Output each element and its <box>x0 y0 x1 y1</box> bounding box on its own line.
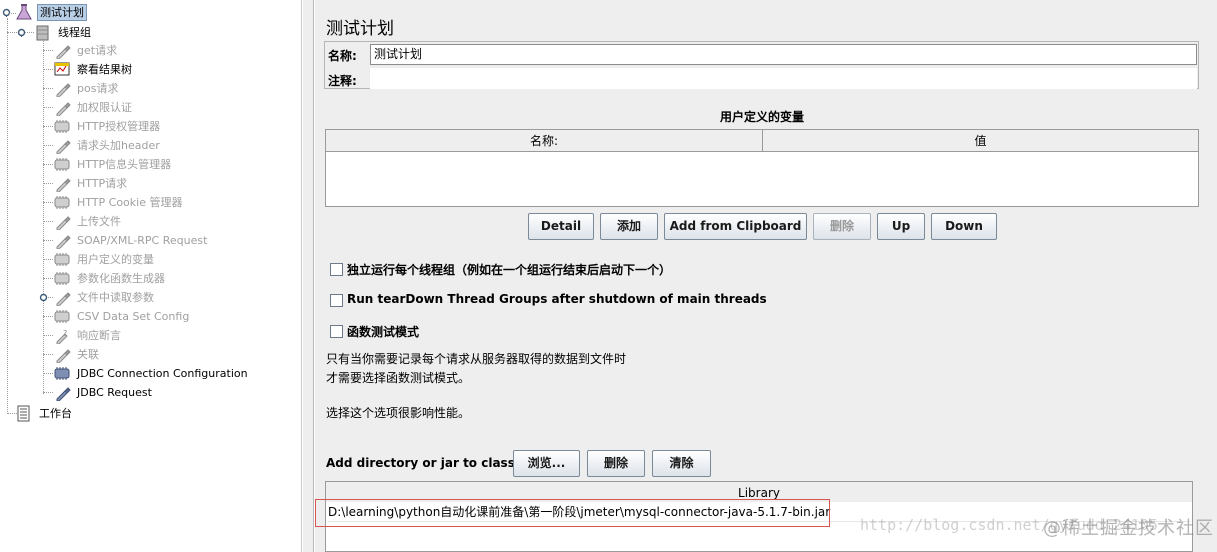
name-field[interactable]: 测试计划 <box>370 44 1197 65</box>
gear-icon <box>54 272 70 285</box>
tree-node-label: 参数化函数生成器 <box>77 272 165 285</box>
pipette-icon <box>56 45 71 59</box>
tree-node-label: 测试计划 <box>37 4 87 21</box>
browse-button[interactable]: 浏览... <box>513 450 580 477</box>
gear-icon <box>54 253 70 266</box>
delete-button[interactable]: 删除 <box>813 213 871 240</box>
tree-node-label: 工作台 <box>39 407 72 420</box>
pipette-icon <box>56 216 71 230</box>
tree-node-label: JDBC Request <box>77 386 152 399</box>
pipette-icon <box>56 349 71 363</box>
down-button[interactable]: Down <box>931 213 997 240</box>
tree-node-label: 线程组 <box>58 26 91 39</box>
split-pane-divider[interactable] <box>303 0 314 552</box>
flask-icon <box>16 4 32 20</box>
pipette-icon <box>56 387 71 401</box>
pipette-icon <box>56 140 71 154</box>
test-plan-tree[interactable]: 测试计划 线程组 get请求察看结果树 pos请求加权限认证 HTTP授权管理器 请求… <box>0 0 302 552</box>
pipette-icon <box>56 102 71 116</box>
classpath-delete-button[interactable]: 删除 <box>587 450 645 477</box>
run-thread-groups-consecutively-label: 独立运行每个线程组（例如在一个组运行结束后启动下一个） <box>347 263 672 277</box>
name-label: 名称: <box>328 49 357 63</box>
tree-node-label: 加权限认证 <box>77 101 132 114</box>
help-text-line: 选择这个选项很影响性能。 <box>326 406 471 420</box>
gear-icon <box>54 367 70 380</box>
workbench-icon <box>17 405 30 422</box>
classpath-clear-button[interactable]: 清除 <box>652 450 711 477</box>
run-teardown-checkbox[interactable] <box>330 294 343 307</box>
tree-node-label: CSV Data Set Config <box>77 310 190 323</box>
run-thread-groups-consecutively-checkbox[interactable] <box>330 263 343 276</box>
test-plan-panel: 测试计划 名称: 测试计划 注释: 用户定义的变量 名称: 值 Detail 添… <box>315 0 1217 552</box>
expand-handle-file-param[interactable] <box>39 293 48 302</box>
tree-node-label: JDBC Connection Configuration <box>77 367 248 380</box>
gear-icon <box>54 158 70 171</box>
functional-test-mode-checkbox[interactable] <box>330 325 343 338</box>
gear-icon <box>54 310 70 323</box>
spool-icon <box>36 25 49 41</box>
watermark: @稀土掘金技术社区 <box>1043 518 1214 539</box>
tree-node-label: HTTP信息头管理器 <box>77 158 172 171</box>
detail-button[interactable]: Detail <box>528 213 594 240</box>
run-teardown-label: Run tearDown Thread Groups after shutdow… <box>347 292 767 306</box>
help-text-line: 只有当你需要记录每个请求从服务器取得的数据到文件时 <box>326 352 627 366</box>
tree-node-label: 察看结果树 <box>77 63 132 76</box>
tree-node-label: HTTP请求 <box>77 177 128 190</box>
tree-node-label: 文件中读取参数 <box>77 291 154 304</box>
page-title: 测试计划 <box>326 19 394 39</box>
tree-node-label: 关联 <box>77 348 99 361</box>
tree-node-label: 用户定义的变量 <box>77 253 154 266</box>
tree-node-label: get请求 <box>77 44 118 57</box>
monitor-icon <box>54 62 70 76</box>
up-button[interactable]: Up <box>877 213 925 240</box>
highlight-box <box>315 499 830 527</box>
pipette-icon <box>56 292 71 306</box>
tree-node-label: HTTP Cookie 管理器 <box>77 196 183 209</box>
tree-node-label: 上传文件 <box>77 215 121 228</box>
tree-node-label: HTTP授权管理器 <box>77 120 161 133</box>
pipette-icon <box>56 235 71 249</box>
tree-node-label: 响应断言 <box>77 329 121 342</box>
pipette-icon <box>56 178 71 192</box>
assertion-icon: ? <box>56 329 68 344</box>
tree-node-label: 请求头加header <box>77 139 160 152</box>
add-from-clipboard-button[interactable]: Add from Clipboard <box>664 213 807 240</box>
gear-icon <box>54 196 70 209</box>
variables-table[interactable]: 名称: 值 <box>325 129 1199 207</box>
comment-label: 注释: <box>328 74 357 88</box>
gear-icon <box>54 120 70 133</box>
help-text-line: 才需要选择函数测试模式。 <box>326 371 471 385</box>
svg-text:?: ? <box>63 329 67 338</box>
add-button[interactable]: 添加 <box>600 213 658 240</box>
variables-title: 用户定义的变量 <box>719 110 804 124</box>
functional-test-mode-label: 函数测试模式 <box>347 325 420 339</box>
tree-node-label: SOAP/XML-RPC Request <box>77 234 208 247</box>
column-header-value[interactable]: 值 <box>763 130 1198 152</box>
comment-field[interactable] <box>370 68 1197 89</box>
column-header-name[interactable]: 名称: <box>326 130 763 152</box>
pipette-icon <box>56 83 71 97</box>
tree-node-label: pos请求 <box>77 82 119 95</box>
